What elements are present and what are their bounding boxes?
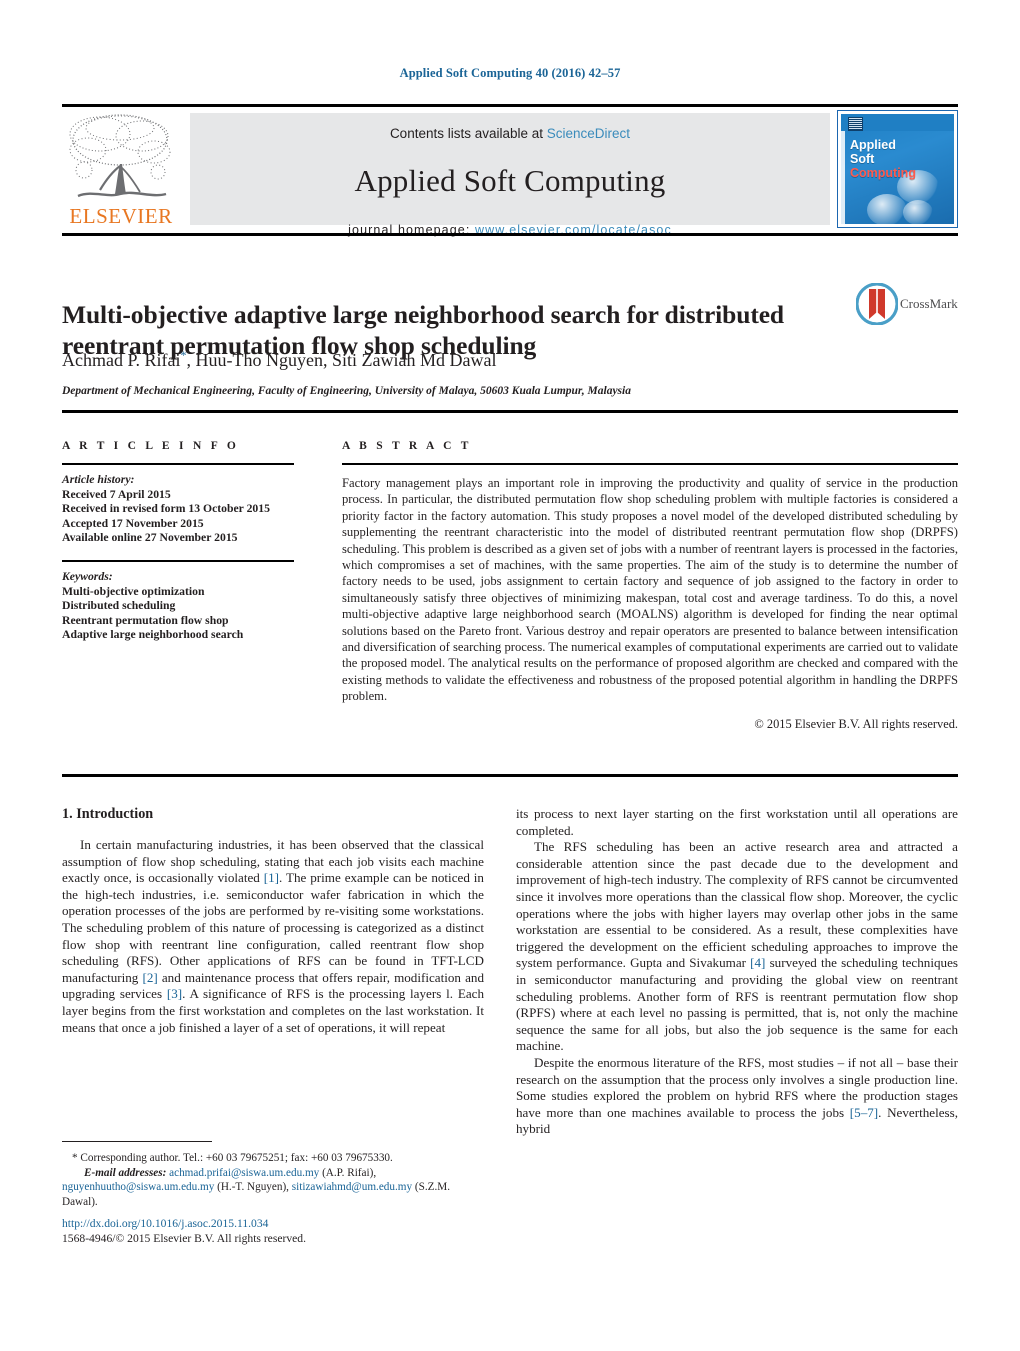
citation-ref[interactable]: [4] (750, 955, 765, 970)
abstract-text: Factory management plays an important ro… (342, 476, 958, 704)
history-item: Received in revised form 13 October 2015 (62, 502, 270, 516)
paragraph: The RFS scheduling has been an active re… (516, 839, 958, 1055)
paragraph-text: . The prime example can be noticed in th… (62, 870, 484, 985)
contents-lists-prefix: Contents lists available at (389, 126, 547, 141)
journal-title: Applied Soft Computing (354, 163, 666, 198)
affiliation: Department of Mechanical Engineering, Fa… (62, 385, 631, 397)
author-names: Achmad P. Rifai*, Huu-Tho Nguyen, Siti Z… (62, 348, 497, 370)
email-link-3[interactable]: sitizawiahmd@um.edu.my (292, 1181, 412, 1193)
keyword-item: Distributed scheduling (62, 599, 176, 613)
email-addresses-note: E-mail addresses: achmad.prifai@siswa.um… (62, 1166, 486, 1209)
cover-blob (867, 194, 907, 224)
citation-ref[interactable]: [2] (142, 970, 157, 985)
email-owner-1: (A.P. Rifai), (319, 1167, 377, 1180)
article-history-label: Article history: (62, 473, 135, 486)
crossmark-icon (855, 282, 899, 326)
paragraph-text: The RFS scheduling has been an active re… (516, 839, 958, 971)
article-info-rule (62, 463, 294, 465)
elsevier-logo: ELSEVIER (62, 110, 180, 228)
crossmark-badge[interactable]: CrossMark (855, 282, 958, 327)
keywords-rule (62, 559, 294, 562)
doi-block: http://dx.doi.org/10.1016/j.asoc.2015.11… (62, 1217, 486, 1246)
keywords-label: Keywords: (62, 569, 113, 583)
article-info-heading: A R T I C L E I N F O (62, 440, 240, 452)
paper-page: Applied Soft Computing 40 (2016) 42–57 E… (0, 0, 1020, 1351)
email-link-2[interactable]: nguyenhuutho@siswa.um.edu.my (62, 1181, 214, 1193)
citation-ref[interactable]: [1] (264, 870, 279, 885)
article-info-column: A R T I C L E I N F O Article history: R… (62, 440, 294, 643)
corresponding-author-marker[interactable]: * (181, 348, 187, 362)
body-column-left: 1. Introduction In certain manufacturing… (62, 806, 484, 1036)
elsevier-wordmark: ELSEVIER (69, 204, 173, 228)
footnote-rule (62, 1141, 212, 1143)
abstract-copyright: © 2015 Elsevier B.V. All rights reserved… (754, 716, 958, 731)
journal-cover-thumbnail: Applied Soft Computing (837, 110, 958, 228)
cover-barcode-icon (848, 117, 863, 131)
history-item: Received 7 April 2015 (62, 487, 171, 501)
keywords-block: Keywords: Multi-objective optimization D… (62, 570, 294, 643)
cover-title-line-1: Applied (850, 138, 896, 152)
running-head: Applied Soft Computing 40 (2016) 42–57 (399, 66, 621, 80)
article-history-block: Article history: Received 7 April 2015 R… (62, 473, 294, 546)
issn-copyright-line: 1568-4946/© 2015 Elsevier B.V. All right… (62, 1231, 306, 1245)
history-item: Available online 27 November 2015 (62, 531, 238, 545)
cover-left-stripe (841, 131, 845, 224)
rule-above-body (62, 774, 958, 777)
citation-ref[interactable]: [3] (167, 986, 182, 1001)
masthead-rule-top (62, 104, 958, 107)
paragraph: Despite the enormous literature of the R… (516, 1055, 958, 1138)
doi-link[interactable]: http://dx.doi.org/10.1016/j.asoc.2015.11… (62, 1217, 486, 1232)
abstract-rule (342, 463, 958, 465)
paragraph: its process to next layer starting on th… (516, 806, 958, 838)
cover-title-line-3: Computing (850, 166, 916, 180)
cover-title-lines: Applied Soft Computing (850, 138, 916, 180)
email-addresses-label: E-mail addresses: (84, 1167, 167, 1180)
history-item: Accepted 17 November 2015 (62, 516, 204, 530)
masthead-band: Contents lists available at ScienceDirec… (190, 113, 830, 237)
cover-blob (903, 200, 933, 224)
paragraph: In certain manufacturing industries, it … (62, 837, 484, 1036)
author-list: Achmad P. Rifai*, Huu-Tho Nguyen, Siti Z… (62, 348, 862, 371)
cover-title-line-2: Soft (850, 152, 875, 166)
rule-under-affiliation (62, 410, 958, 413)
email-link-1[interactable]: achmad.prifai@siswa.um.edu.my (169, 1167, 319, 1179)
journal-masthead: ELSEVIER Contents lists available at Sci… (62, 110, 958, 237)
body-column-right: its process to next layer starting on th… (516, 806, 958, 1138)
abstract-column: A B S T R A C T Factory management plays… (342, 440, 958, 732)
email-owner-2: (H.-T. Nguyen), (214, 1181, 289, 1194)
masthead-rule-bottom (62, 233, 958, 236)
keyword-item: Adaptive large neighborhood search (62, 628, 244, 642)
section-heading-introduction: 1. Introduction (62, 806, 154, 822)
cover-artwork: Applied Soft Computing (841, 114, 954, 224)
contents-lists-line: Contents lists available at ScienceDirec… (190, 126, 830, 141)
keyword-item: Multi-objective optimization (62, 584, 205, 598)
citation-ref[interactable]: [5–7] (850, 1105, 878, 1120)
abstract-heading: A B S T R A C T (342, 440, 472, 452)
footnote-block: * Corresponding author. Tel.: +60 03 796… (62, 1151, 486, 1209)
keyword-item: Reentrant permutation flow shop (62, 613, 229, 627)
corresponding-author-note: * Corresponding author. Tel.: +60 03 796… (72, 1152, 393, 1164)
sciencedirect-link[interactable]: ScienceDirect (547, 126, 630, 141)
crossmark-label: CrossMark (900, 296, 958, 311)
